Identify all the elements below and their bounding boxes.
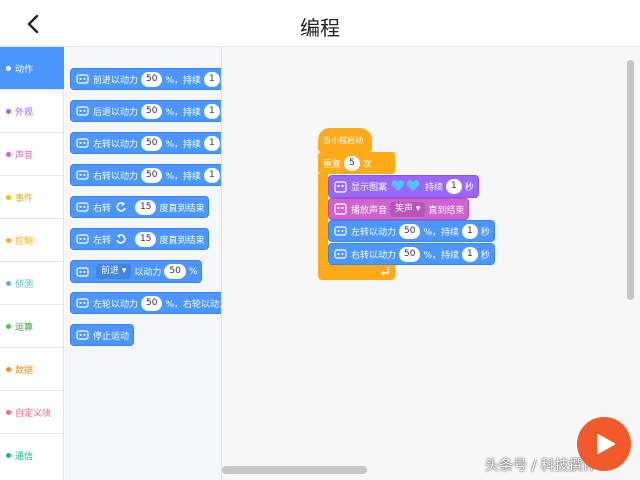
category-dot-icon <box>6 195 11 200</box>
degrees-input[interactable]: 15 <box>135 231 157 247</box>
block-direction-power[interactable]: 前进 ▾ 以动力 50% <box>70 260 203 283</box>
power-input[interactable]: 50 <box>399 246 421 262</box>
power-input[interactable]: 50 <box>141 167 163 183</box>
play-sound-block[interactable]: 播放声音 笑声 ▾ 直到结束 <box>328 198 470 220</box>
robot-icon <box>334 225 347 237</box>
rotate-clockwise-icon <box>115 201 128 213</box>
category-dot-icon <box>6 66 11 71</box>
block-stop[interactable]: 停止运动 <box>70 324 135 346</box>
block-forward[interactable]: 前进以动力 50 %，持续 1 <box>70 68 221 90</box>
block-wheels-power[interactable]: 左轮以动力 50 %，右轮以动力 <box>70 292 221 314</box>
run-button[interactable] <box>577 417 631 471</box>
category-sidebar: 动作 外观 声音 事件 控制 侦测 运算 数据 自定义块 通信 <box>0 47 64 480</box>
category-dot-icon <box>6 324 11 329</box>
power-input[interactable]: 50 <box>141 71 163 87</box>
category-communication[interactable]: 通信 <box>0 434 64 477</box>
page-title: 编程 <box>300 16 340 40</box>
sound-dropdown[interactable]: 笑声 ▾ <box>390 201 426 217</box>
power-input[interactable]: 50 <box>164 264 186 279</box>
block-turn-left-power[interactable]: 左转以动力 50 %，持续 1 <box>70 132 221 154</box>
heart-pattern-icon[interactable] <box>391 179 421 195</box>
category-dot-icon <box>6 152 11 157</box>
category-dot-icon <box>6 453 11 458</box>
duration-input[interactable]: 1 <box>462 246 478 262</box>
rotate-counterclockwise-icon <box>115 233 128 245</box>
turn-left-block[interactable]: 左转以动力 50 %，持续 1 秒 <box>328 220 495 242</box>
app-header: 编程 <box>0 0 640 47</box>
degrees-input[interactable]: 15 <box>135 199 157 215</box>
robot-icon <box>76 137 89 149</box>
block-turn-left-degrees[interactable]: 左转 15 度直到结束 <box>70 228 210 250</box>
horizontal-scrollbar[interactable] <box>222 466 367 474</box>
category-control[interactable]: 控制 <box>0 219 64 262</box>
block-turn-right-degrees[interactable]: 右转 15 度直到结束 <box>70 196 210 218</box>
category-events[interactable]: 事件 <box>0 176 64 219</box>
robot-icon <box>76 266 89 278</box>
duration-input[interactable]: 1 <box>204 103 220 119</box>
play-icon <box>597 434 615 454</box>
category-sensing[interactable]: 侦测 <box>0 262 64 305</box>
category-dot-icon <box>6 281 11 286</box>
category-data[interactable]: 数据 <box>0 348 64 391</box>
robot-icon <box>76 105 89 117</box>
category-looks[interactable]: 外观 <box>0 90 64 133</box>
robot-icon <box>76 233 89 245</box>
face-icon <box>334 180 347 193</box>
watermark: 头条号 / 科技撰评 <box>485 458 597 474</box>
duration-input[interactable]: 1 <box>204 135 220 151</box>
script-canvas[interactable]: 当小程启动 重复 5 次 显示图案 持续 1 秒 播放声音 笑声 ▾ 直到结束 左转以动力 50… <box>222 47 640 480</box>
direction-dropdown[interactable]: 前进 ▾ <box>96 264 132 279</box>
power-input[interactable]: 50 <box>399 223 421 239</box>
face-icon <box>334 203 347 215</box>
category-operators[interactable]: 运算 <box>0 305 64 348</box>
duration-input[interactable]: 1 <box>204 167 220 183</box>
robot-icon <box>76 169 89 181</box>
robot-icon <box>76 73 89 85</box>
duration-input[interactable]: 1 <box>462 223 478 239</box>
loop-arrow-icon <box>381 267 389 276</box>
turn-right-block[interactable]: 右转以动力 50 %，持续 1 秒 <box>328 243 495 265</box>
repeat-arm <box>318 174 328 271</box>
power-input[interactable]: 50 <box>141 103 163 119</box>
show-pattern-block[interactable]: 显示图案 持续 1 秒 <box>328 175 479 198</box>
category-custom-blocks[interactable]: 自定义块 <box>0 391 64 434</box>
left-power-input[interactable]: 50 <box>141 295 163 311</box>
category-dot-icon <box>6 109 11 114</box>
category-motion[interactable]: 动作 <box>0 47 64 90</box>
repeat-count-input[interactable]: 5 <box>344 155 360 171</box>
category-sound[interactable]: 声音 <box>0 133 64 176</box>
category-dot-icon <box>6 238 11 243</box>
robot-icon <box>334 248 347 260</box>
robot-icon <box>76 201 89 213</box>
vertical-scrollbar[interactable] <box>627 60 634 300</box>
duration-input[interactable]: 1 <box>204 71 220 87</box>
repeat-header: 重复 5 次 <box>323 155 372 171</box>
category-dot-icon <box>6 410 11 415</box>
power-input[interactable]: 50 <box>141 135 163 151</box>
block-palette: 前进以动力 50 %，持续 1 后退以动力 50 %，持续 1 左转以动力 50 %，持续 1 右… <box>65 47 222 480</box>
robot-icon <box>76 297 89 309</box>
block-backward[interactable]: 后退以动力 50 %，持续 1 <box>70 100 221 122</box>
robot-icon <box>76 329 89 341</box>
block-turn-right-power[interactable]: 右转以动力 50 %，持续 1 <box>70 164 221 186</box>
when-start-hat-block[interactable]: 当小程启动 <box>318 128 372 152</box>
duration-input[interactable]: 1 <box>446 179 462 194</box>
category-dot-icon <box>6 367 11 372</box>
